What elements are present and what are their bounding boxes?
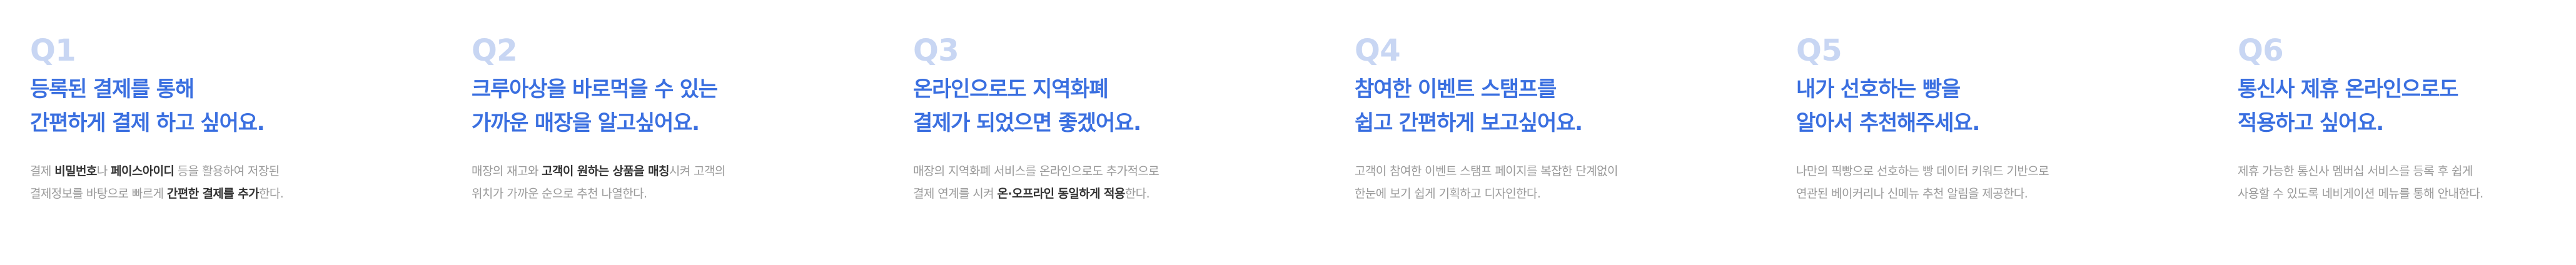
question-title-line: 참여한 이벤트 스탬프를: [1355, 77, 1557, 102]
faq-row: Q1 등록된 결제를 통해 간편하게 결제 하고 싶어요. 결제 비밀번호나 페…: [0, 0, 2576, 265]
question-description: 고객이 참여한 이벤트 스탬프 페이지를 복잡한 단계없이 한눈에 보기 쉽게 …: [1355, 160, 1730, 205]
faq-card-q5: Q5 내가 선호하는 빵을 알아서 추천해주세요. 나만의 픽빵으로 선호하는 …: [1796, 32, 2171, 205]
description-emphasis: 비밀번호: [54, 164, 97, 178]
question-description: 매장의 지역화폐 서비스를 온라인으로도 추가적으로 결제 연계를 시켜 온·오…: [913, 160, 1288, 205]
description-line: 사용할 수 있도록 네비게이션 메뉴를 통해 안내한다.: [2238, 182, 2576, 205]
description-line: 매장의 지역화폐 서비스를 온라인으로도 추가적으로: [913, 160, 1288, 182]
description-text: 매장의 재고와: [472, 164, 542, 178]
question-title-line: 알아서 추천해주세요.: [1796, 111, 1980, 136]
question-description: 나만의 픽빵으로 선호하는 빵 데이터 키워드 기반으로 연관된 베이커리나 신…: [1796, 160, 2171, 205]
question-number: Q5: [1796, 33, 1842, 68]
description-line: 연관된 베이커리나 신메뉴 추천 알림을 제공한다.: [1796, 182, 2171, 205]
question-title-line: 온라인으로도 지역화폐: [913, 77, 1109, 102]
question-title: 내가 선호하는 빵을 알아서 추천해주세요.: [1796, 72, 2171, 140]
description-line: 위치가 가까운 순으로 추천 나열한다.: [472, 182, 847, 205]
question-title: 통신사 제휴 온라인으로도 적용하고 싶어요.: [2238, 72, 2576, 140]
faq-card-q6: Q6 통신사 제휴 온라인으로도 적용하고 싶어요. 제휴 가능한 통신사 멤버…: [2238, 32, 2576, 205]
question-title-line: 등록된 결제를 통해: [30, 77, 194, 102]
description-line: 결제 비밀번호나 페이스아이디 등을 활용하여 저장된: [30, 160, 405, 182]
question-number: Q3: [913, 33, 959, 68]
description-text: 위치가 가까운 순으로 추천 나열한다.: [472, 187, 647, 201]
faq-card-q4: Q4 참여한 이벤트 스탬프를 쉽고 간편하게 보고싶어요. 고객이 참여한 이…: [1355, 32, 1730, 205]
question-title-line: 적용하고 싶어요.: [2238, 111, 2384, 136]
question-title-line: 가까운 매장을 알고싶어요.: [472, 111, 700, 136]
question-number: Q6: [2238, 33, 2284, 68]
question-title-line: 쉽고 간편하게 보고싶어요.: [1355, 111, 1583, 136]
question-number: Q2: [472, 33, 518, 68]
description-line: 제휴 가능한 통신사 멤버십 서비스를 등록 후 쉽게: [2238, 160, 2576, 182]
description-text: 한다.: [1124, 187, 1150, 201]
question-number: Q4: [1355, 33, 1401, 68]
description-line: 한눈에 보기 쉽게 기획하고 디자인한다.: [1355, 182, 1730, 205]
description-line: 고객이 참여한 이벤트 스탬프 페이지를 복잡한 단계없이: [1355, 160, 1730, 182]
description-text: 결제 연계를 시켜: [913, 187, 998, 201]
description-text: 한다.: [258, 187, 284, 201]
question-description: 제휴 가능한 통신사 멤버십 서비스를 등록 후 쉽게 사용할 수 있도록 네비…: [2238, 160, 2576, 205]
description-text: 결제정보를 바탕으로 빠르게: [30, 187, 167, 201]
question-title: 등록된 결제를 통해 간편하게 결제 하고 싶어요.: [30, 72, 405, 140]
description-text: 등을 활용하여 저장된: [174, 164, 280, 178]
description-line: 나만의 픽빵으로 선호하는 빵 데이터 키워드 기반으로: [1796, 160, 2171, 182]
description-text: 나: [96, 164, 111, 178]
description-text: 나만의 픽빵으로 선호하는 빵 데이터 키워드 기반으로: [1796, 164, 2049, 178]
description-line: 매장의 재고와 고객이 원하는 상품을 매칭시켜 고객의: [472, 160, 847, 182]
description-text: 고객이 참여한 이벤트 스탬프 페이지를 복잡한 단계없이: [1355, 164, 1618, 178]
description-text: 매장의 지역화폐 서비스를 온라인으로도 추가적으로: [913, 164, 1159, 178]
description-line: 결제정보를 바탕으로 빠르게 간편한 결제를 추가한다.: [30, 182, 405, 205]
question-description: 매장의 재고와 고객이 원하는 상품을 매칭시켜 고객의 위치가 가까운 순으로…: [472, 160, 847, 205]
faq-card-q2: Q2 크루아상을 바로먹을 수 있는 가까운 매장을 알고싶어요. 매장의 재고…: [472, 32, 847, 205]
description-emphasis: 간편한 결제를 추가: [166, 187, 260, 201]
question-title: 크루아상을 바로먹을 수 있는 가까운 매장을 알고싶어요.: [472, 72, 847, 140]
description-emphasis: 온·오프라인 동일하게 적용: [997, 187, 1125, 201]
description-emphasis: 페이스아이디: [111, 164, 174, 178]
description-text: 연관된 베이커리나 신메뉴 추천 알림을 제공한다.: [1796, 187, 2028, 201]
description-emphasis: 고객이 원하는 상품을 매칭: [542, 164, 669, 178]
description-line: 결제 연계를 시켜 온·오프라인 동일하게 적용한다.: [913, 182, 1288, 205]
faq-card-q1: Q1 등록된 결제를 통해 간편하게 결제 하고 싶어요. 결제 비밀번호나 페…: [30, 32, 405, 205]
description-text: 제휴 가능한 통신사 멤버십 서비스를 등록 후 쉽게: [2238, 164, 2473, 178]
question-title-line: 크루아상을 바로먹을 수 있는: [472, 77, 718, 102]
question-title-line: 통신사 제휴 온라인으로도: [2238, 77, 2458, 102]
question-title-line: 내가 선호하는 빵을: [1796, 77, 1961, 102]
question-description: 결제 비밀번호나 페이스아이디 등을 활용하여 저장된 결제정보를 바탕으로 빠…: [30, 160, 405, 205]
question-title: 참여한 이벤트 스탬프를 쉽고 간편하게 보고싶어요.: [1355, 72, 1730, 140]
description-text: 사용할 수 있도록 네비게이션 메뉴를 통해 안내한다.: [2238, 187, 2483, 201]
description-text: 결제: [30, 164, 55, 178]
question-number: Q1: [30, 33, 76, 68]
question-title-line: 간편하게 결제 하고 싶어요.: [30, 111, 265, 136]
faq-card-q3: Q3 온라인으로도 지역화폐 결제가 되었으면 좋겠어요. 매장의 지역화폐 서…: [913, 32, 1288, 205]
question-title: 온라인으로도 지역화폐 결제가 되었으면 좋겠어요.: [913, 72, 1288, 140]
description-text: 한눈에 보기 쉽게 기획하고 디자인한다.: [1355, 187, 1541, 201]
question-title-line: 결제가 되었으면 좋겠어요.: [913, 111, 1141, 136]
description-text: 시켜 고객의: [669, 164, 725, 178]
